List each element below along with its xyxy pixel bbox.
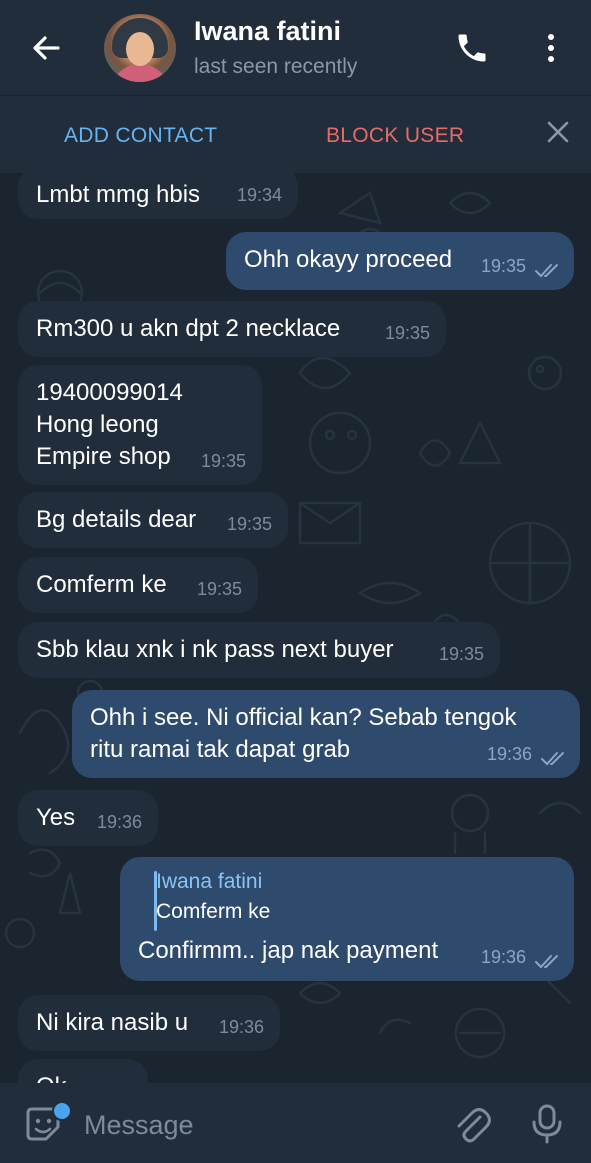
message-composer	[0, 1083, 591, 1163]
message-time: 19:36	[480, 947, 526, 967]
message-time: 19:35	[226, 514, 272, 534]
message-input[interactable]	[82, 1105, 426, 1145]
message-time: 19:35	[480, 256, 526, 276]
add-contact-button[interactable]: ADD CONTACT	[64, 124, 217, 148]
message-bubble[interactable]: Rm300 u akn dpt 2 necklace 19:35	[18, 301, 446, 357]
double-check-icon	[535, 264, 558, 278]
more-vertical-icon[interactable]	[536, 30, 566, 66]
message-time: 19:35	[384, 323, 430, 343]
message-time: 19:35	[200, 451, 246, 471]
message-bubble[interactable]: Ok	[18, 1059, 148, 1083]
microphone-icon[interactable]	[530, 1103, 564, 1145]
message-time: 19:35	[438, 644, 484, 664]
message-bubble[interactable]: Lmbt mmg hbis 19:34	[18, 173, 298, 219]
message-bubble[interactable]: 19400099014 Hong leong Empire shop 19:35	[18, 365, 262, 485]
message-bubble[interactable]: Yes 19:36	[18, 790, 158, 846]
message-time: 19:36	[486, 744, 532, 764]
phone-icon[interactable]	[454, 30, 490, 66]
contact-name[interactable]: Iwana fatini	[194, 16, 341, 47]
message-time: 19:35	[196, 579, 242, 599]
message-text: Ok	[36, 1071, 130, 1083]
reply-preview[interactable]: Iwana fatini Comferm ke	[138, 867, 556, 927]
reply-message-bubble[interactable]: Iwana fatini Comferm ke Confirmm.. jap n…	[120, 857, 574, 981]
message-bubble[interactable]: Ni kira nasib u 19:36	[18, 995, 280, 1051]
reply-text: Comferm ke	[156, 900, 271, 923]
last-seen-status: last seen recently	[194, 55, 358, 78]
message-bubble[interactable]: Ohh okayy proceed 19:35	[226, 232, 574, 290]
back-arrow-icon[interactable]	[28, 30, 64, 66]
message-text: Sbb klau xnk i nk pass next buyer	[36, 636, 394, 663]
message-time: 19:34	[236, 185, 282, 205]
close-icon[interactable]	[544, 118, 572, 146]
double-check-icon	[541, 752, 564, 766]
message-text: Rm300 u akn dpt 2 necklace	[36, 315, 341, 342]
chat-header: Iwana fatini last seen recently	[0, 0, 591, 95]
avatar[interactable]	[104, 14, 176, 82]
message-time: 19:36	[96, 812, 142, 832]
message-bubble[interactable]: Comferm ke 19:35	[18, 557, 258, 613]
contact-action-bar: ADD CONTACT BLOCK USER	[0, 95, 591, 174]
message-bubble[interactable]: Sbb klau xnk i nk pass next buyer 19:35	[18, 622, 500, 678]
block-user-button[interactable]: BLOCK USER	[326, 124, 464, 148]
message-bubble[interactable]: Ohh i see. Ni official kan? Sebab tengok…	[72, 690, 580, 778]
message-time: 19:36	[218, 1017, 264, 1037]
reply-author: Iwana fatini	[156, 870, 263, 893]
double-check-icon	[535, 955, 558, 969]
reply-quote-bar	[154, 871, 157, 931]
message-list[interactable]: Lmbt mmg hbis 19:34 Ohh okayy proceed 19…	[0, 173, 591, 1083]
paperclip-icon[interactable]	[452, 1103, 492, 1145]
message-bubble[interactable]: Bg details dear 19:35	[18, 492, 288, 548]
notification-dot	[52, 1101, 72, 1121]
